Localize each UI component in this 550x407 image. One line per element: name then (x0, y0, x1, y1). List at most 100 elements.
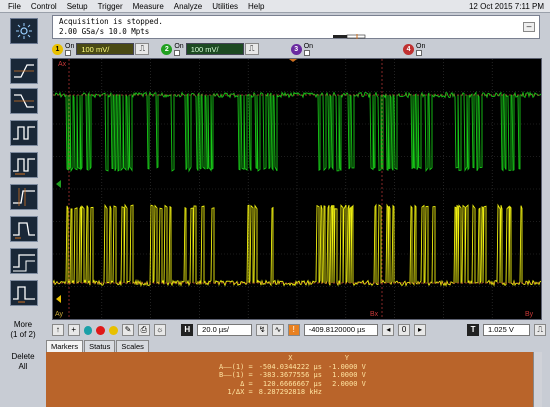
channel-1-coupling-button[interactable]: ⎍ (135, 43, 150, 55)
channel-1-ground-marker (56, 295, 61, 303)
table-row: 1/ΔX = 8.287292818 kHz (216, 388, 369, 397)
readout-label: A——(1) = (219, 362, 253, 371)
horizontal-scale-field[interactable]: 20.0 µs/ (197, 324, 253, 336)
fall-time-button[interactable] (10, 216, 38, 242)
delete-all-button[interactable]: Delete All (3, 348, 43, 378)
menu-analyze[interactable]: Analyze (169, 0, 207, 13)
channel-3-control: 3 On (290, 42, 315, 56)
scroll-up-button[interactable]: ↑ (52, 324, 64, 336)
bottom-tabs: Markers Status Scales (46, 340, 150, 352)
readout-header-x: X (288, 354, 293, 362)
color-red-dot[interactable] (96, 325, 106, 335)
channel-1-scale[interactable]: 100 mV/ (76, 43, 135, 55)
pulse-period-button[interactable] (10, 152, 38, 178)
channel-2-checkbox[interactable] (174, 49, 181, 56)
pulse-icon (13, 126, 35, 140)
more-page-label: (1 of 2) (10, 330, 36, 339)
delay-icon (13, 254, 35, 272)
channel-3-on: On (303, 42, 314, 56)
menu-utilities[interactable]: Utilities (207, 0, 243, 13)
marker-readout-table: X Y A——(1) = -504.0344222 µs -1.0000 V B… (216, 354, 369, 397)
menu-control[interactable]: Control (26, 0, 62, 13)
channel-4-on-label: On (416, 42, 426, 50)
oscilloscope-window: File Control Setup Trigger Measure Analy… (0, 0, 550, 407)
readout-y-value: -1.0000 V (327, 362, 366, 371)
table-row: A——(1) = -504.0344222 µs -1.0000 V (216, 363, 369, 372)
table-row: Δ = 120.6666667 µs 2.0000 V (216, 380, 369, 389)
tab-markers[interactable]: Markers (46, 340, 84, 352)
channel-4-control: 4 On (403, 43, 427, 56)
channel-3-on-label: On (303, 42, 314, 50)
channel-2-control: 2 On 100 mV/ ⎍ (161, 43, 259, 56)
trigger-slope-button[interactable]: ⎍ (534, 324, 547, 336)
horizontal-zoom-button[interactable]: ↯ (256, 324, 269, 336)
channel-2-on: On (174, 43, 184, 56)
add-channel-button[interactable]: + (67, 324, 80, 336)
menu-measure[interactable]: Measure (128, 0, 169, 13)
color-yellow-dot[interactable] (109, 325, 119, 335)
display-settings-icon[interactable]: ☼ (153, 324, 166, 336)
acquisition-status: Acquisition is stopped. 2.00 GSa/s 10.0 … (52, 15, 540, 39)
date-time: 12 Oct 2015 7:11 PM (468, 1, 544, 11)
color-teal-dot[interactable] (83, 325, 93, 335)
position-right-button[interactable]: ▸ (414, 324, 426, 336)
table-row: B——(1) = -383.3677556 µs 1.0000 V (216, 371, 369, 380)
channel-4-checkbox[interactable] (416, 49, 423, 56)
timebase-position-indicator (333, 34, 366, 39)
minimize-button[interactable]: – (523, 22, 535, 32)
sun-icon (16, 23, 32, 39)
channel-1-checkbox[interactable] (65, 49, 71, 56)
menu-bar: File Control Setup Trigger Measure Analy… (0, 0, 550, 13)
menu-setup[interactable]: Setup (62, 0, 93, 13)
rise-time-button[interactable] (10, 184, 38, 210)
trigger-edge-falling-button[interactable] (10, 88, 38, 114)
menu-help[interactable]: Help (243, 0, 269, 13)
readout-y-value (325, 388, 369, 397)
rise-time-icon (13, 188, 35, 206)
menu-file[interactable]: File (0, 0, 26, 13)
channel-1-on-label: On (65, 42, 75, 50)
menu-trigger[interactable]: Trigger (93, 0, 128, 13)
tab-scales[interactable]: Scales (116, 340, 149, 352)
phase-measure-button[interactable] (10, 280, 38, 306)
trigger-edge-rising-button[interactable] (10, 58, 38, 84)
readout-y-value: 1.0000 V (332, 371, 366, 380)
channel-1-on: On (65, 43, 74, 56)
delete-label: Delete (11, 352, 35, 361)
channel-1-badge[interactable]: 1 (52, 43, 63, 55)
fall-time-icon (13, 222, 35, 239)
trigger-ref-button[interactable]: ! (287, 324, 300, 336)
delete-all-label: All (18, 362, 28, 371)
channel-4-badge[interactable]: 4 (403, 43, 415, 55)
marker-b-label: Bx (370, 311, 379, 318)
readout-header-y: Y (344, 354, 350, 362)
trigger-label: T (467, 324, 479, 336)
readout-x-value: -504.0344222 µs (258, 362, 322, 371)
main-mode-button[interactable] (10, 18, 38, 44)
readout-scrollbar[interactable] (533, 352, 542, 407)
channel-2-scale[interactable]: 100 mV/ (185, 43, 244, 55)
channel-3-badge[interactable]: 3 (290, 43, 302, 55)
channel-2-ground-marker (56, 180, 61, 188)
channel-2-badge[interactable]: 2 (161, 43, 173, 55)
waveform-display[interactable] (52, 58, 542, 320)
edit-icon[interactable]: ✎ (122, 324, 134, 336)
marker-readout-panel: X Y A——(1) = -504.0344222 µs -1.0000 V B… (46, 352, 542, 407)
delay-measure-button[interactable] (10, 248, 38, 274)
position-left-button[interactable]: ◂ (382, 324, 395, 336)
horizontal-position-field[interactable]: -409.8120000 µs (303, 324, 379, 336)
waveform-graticule (53, 59, 541, 319)
sidebar: More (1 of 2) Delete All (0, 58, 46, 407)
trigger-level-field[interactable]: 1.025 V (482, 324, 531, 336)
channel-3-checkbox[interactable] (303, 49, 310, 56)
pulse-width-button[interactable] (10, 120, 38, 146)
channel-bar: 1 On 100 mV/ ⎍ 2 On 100 mV/ ⎍ 3 On 4 On (52, 40, 540, 58)
print-icon[interactable]: ⎙ (137, 324, 150, 336)
horizontal-ref-button[interactable]: ∿ (272, 324, 284, 336)
marker-a-label: Ax (58, 61, 67, 68)
tab-status[interactable]: Status (84, 340, 116, 352)
more-button[interactable]: More (1 of 2) (3, 316, 43, 346)
position-zero-button[interactable]: 0 (398, 324, 411, 336)
control-bar: ↑ + ✎ ⎙ ☼ H 20.0 µs/ ↯ ∿ ! -409.8120000 … (52, 322, 547, 338)
channel-2-coupling-button[interactable]: ⎍ (244, 43, 259, 55)
